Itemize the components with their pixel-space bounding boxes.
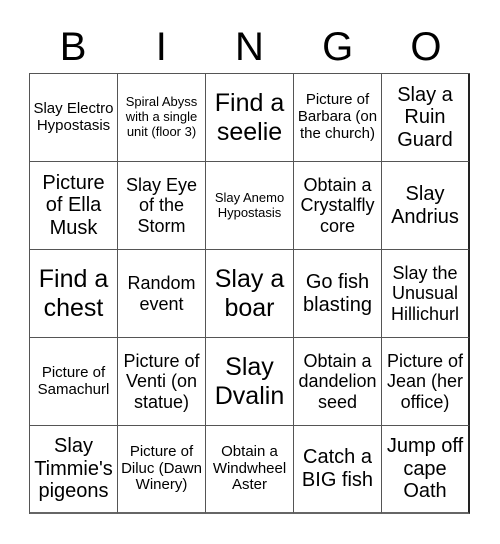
bingo-cell-o2[interactable]: Slay Andrius xyxy=(382,162,470,250)
bingo-cell-text: Obtain a dandelion seed xyxy=(298,351,377,412)
bingo-header: B I N G O xyxy=(29,22,470,72)
bingo-cell-text: Picture of Ella Musk xyxy=(42,171,105,239)
header-letter-n: N xyxy=(235,25,264,69)
bingo-cell-i4[interactable]: Picture of Venti (on statue) xyxy=(118,338,206,426)
bingo-cell-g1[interactable]: Picture of Barbara (on the church) xyxy=(294,74,382,162)
bingo-cell-n3[interactable]: Slay a boar xyxy=(206,250,294,338)
bingo-cell-text: Slay a boar xyxy=(214,265,285,322)
bingo-cell-text: Obtain a Windwheel Aster xyxy=(212,442,287,494)
header-letter-i: I xyxy=(155,25,167,69)
bingo-cell-o1[interactable]: Slay a Ruin Guard xyxy=(382,74,470,162)
bingo-cell-n1[interactable]: Find a seelie xyxy=(206,74,294,162)
bingo-cell-g5[interactable]: Catch a BIG fish xyxy=(294,426,382,514)
bingo-cell-b3[interactable]: Find a chest xyxy=(30,250,118,338)
bingo-cell-n4[interactable]: Slay Dvalin xyxy=(206,338,294,426)
bingo-cell-b1[interactable]: Slay Electro Hypostasis xyxy=(30,74,118,162)
bingo-cell-text: Slay Timmie's pigeons xyxy=(34,435,113,503)
bingo-cell-text: Picture of Jean (her office) xyxy=(386,351,464,412)
bingo-cell-g3[interactable]: Go fish blasting xyxy=(294,250,382,338)
bingo-cell-text: Slay the Unusual Hillichurl xyxy=(390,263,459,324)
bingo-cell-text: Find a chest xyxy=(38,265,109,322)
bingo-cell-n5[interactable]: Obtain a Windwheel Aster xyxy=(206,426,294,514)
bingo-cell-text: Picture of Diluc (Dawn Winery) xyxy=(121,442,202,494)
bingo-cell-text: Slay a Ruin Guard xyxy=(397,83,453,151)
bingo-cell-b4[interactable]: Picture of Samachurl xyxy=(30,338,118,426)
bingo-cell-text: Slay Dvalin xyxy=(214,353,285,410)
bingo-cell-i5[interactable]: Picture of Diluc (Dawn Winery) xyxy=(118,426,206,514)
bingo-cell-text: Jump off cape Oath xyxy=(386,435,464,503)
bingo-cell-text: Go fish blasting xyxy=(303,270,372,316)
bingo-cell-text: Spiral Abyss with a single unit (floor 3… xyxy=(125,94,198,139)
bingo-cell-i3[interactable]: Random event xyxy=(118,250,206,338)
header-letter-b: B xyxy=(59,25,87,69)
bingo-cell-text: Slay Anemo Hypostasis xyxy=(214,189,285,220)
bingo-cell-text: Random event xyxy=(127,273,196,314)
bingo-cell-text: Picture of Barbara (on the church) xyxy=(297,91,378,142)
bingo-cell-o5[interactable]: Jump off cape Oath xyxy=(382,426,470,514)
bingo-cell-text: Slay Andrius xyxy=(391,182,459,228)
bingo-cell-n2[interactable]: Slay Anemo Hypostasis xyxy=(206,162,294,250)
bingo-cell-text: Find a seelie xyxy=(214,89,285,146)
header-letter-g: G xyxy=(322,25,354,69)
bingo-cell-text: Slay Eye of the Storm xyxy=(125,175,198,236)
bingo-cell-text: Picture of Venti (on statue) xyxy=(123,351,200,412)
bingo-cell-text: Slay Electro Hypostasis xyxy=(33,99,114,134)
bingo-board: Slay Electro Hypostasis Spiral Abyss with… xyxy=(29,73,470,514)
bingo-cell-b2[interactable]: Picture of Ella Musk xyxy=(30,162,118,250)
bingo-cell-g2[interactable]: Obtain a Crystalfly core xyxy=(294,162,382,250)
header-letter-o: O xyxy=(410,25,442,69)
bingo-cell-text: Obtain a Crystalfly core xyxy=(300,175,375,236)
bingo-cell-b5[interactable]: Slay Timmie's pigeons xyxy=(30,426,118,514)
bingo-cell-o3[interactable]: Slay the Unusual Hillichurl xyxy=(382,250,470,338)
bingo-cell-text: Picture of Samachurl xyxy=(37,363,110,398)
bingo-cell-i2[interactable]: Slay Eye of the Storm xyxy=(118,162,206,250)
bingo-cell-i1[interactable]: Spiral Abyss with a single unit (floor 3… xyxy=(118,74,206,162)
bingo-cell-text: Catch a BIG fish xyxy=(301,446,374,491)
bingo-cell-o4[interactable]: Picture of Jean (her office) xyxy=(382,338,470,426)
bingo-cell-g4[interactable]: Obtain a dandelion seed xyxy=(294,338,382,426)
